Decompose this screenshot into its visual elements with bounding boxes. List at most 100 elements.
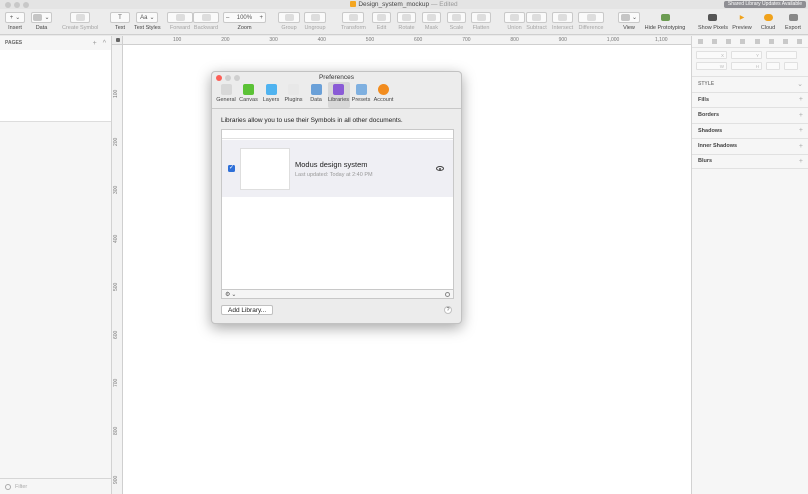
zoom-in-button[interactable]: + [259,15,263,21]
backward-button[interactable]: Backward [193,12,219,31]
lock-ratio-icon[interactable] [766,62,780,70]
width-field[interactable]: W [696,62,727,70]
insert-button[interactable]: + ⌄ Insert [5,12,25,31]
subtract-button[interactable]: Subtract [526,12,547,31]
library-updates-badge[interactable]: Shared Library Updates Available [723,1,806,8]
play-icon: ▶ [739,15,745,21]
flip-icon[interactable] [784,62,798,70]
forward-button[interactable]: Forward [167,12,193,31]
export-button[interactable]: Export [784,12,802,31]
dialog-close-button[interactable] [216,75,222,81]
difference-button[interactable]: Difference [578,12,604,31]
collapse-pages-icon[interactable]: ^ [103,40,106,47]
library-options-button[interactable]: ⚙ ⌄ [225,291,236,298]
text-icon: T [118,14,122,21]
pages-list[interactable] [0,50,111,122]
ruler-y-label: 300 [113,186,119,195]
distribute-vertical-icon[interactable] [754,39,760,44]
add-page-icon[interactable]: + [93,40,97,47]
tab-data[interactable]: Data [305,82,327,108]
eye-icon[interactable] [436,166,444,171]
union-icon [510,14,519,21]
style-section[interactable]: STYLE ⌄ [692,76,808,92]
ruler-corner[interactable] [112,36,123,45]
rotate-button[interactable]: Rotate [397,12,416,31]
distribute-horizontal-icon[interactable] [740,39,746,44]
library-enabled-checkbox[interactable]: ✓ [228,165,235,172]
chevron-down-icon: ⌄ [44,15,50,21]
flatten-button[interactable]: Flatten [471,12,491,31]
document-icon [350,1,357,7]
text-styles-button[interactable]: Aa ⌄ Text Styles [134,12,161,31]
add-fill-icon[interactable]: + [799,96,803,103]
show-pixels-button[interactable]: Show Pixels [698,12,728,31]
hide-prototyping-button[interactable]: Hide Prototyping [644,12,686,31]
intersect-button[interactable]: Intersect [552,12,573,31]
x-field[interactable]: X [696,51,727,59]
union-button[interactable]: Union [504,12,525,31]
layer-filter[interactable]: Filter [0,478,111,494]
tab-presets[interactable]: Presets [350,82,372,108]
align-middle-icon[interactable] [782,39,788,44]
layers-panel: PAGES + ^ Filter [0,36,112,494]
y-field[interactable]: Y [731,51,762,59]
zoom-out-button[interactable]: – [226,15,229,21]
tab-libraries[interactable]: Libraries [327,82,350,108]
text-button[interactable]: T Text [110,12,130,31]
tab-layers[interactable]: Layers [260,82,282,108]
horizontal-ruler[interactable]: 100 200 300 400 500 600 700 800 900 1,000 1,100 [112,36,691,45]
data-button[interactable]: ⌄ Data [31,12,52,31]
tab-canvas[interactable]: Canvas [238,82,260,108]
tab-general[interactable]: General [215,82,237,108]
add-library-button[interactable]: Add Library... [221,305,274,315]
library-thumbnail [240,147,290,190]
borders-section[interactable]: Borders + [692,107,808,123]
ruler-x-label: 100 [173,37,182,43]
inner-shadows-section[interactable]: Inner Shadows + [692,138,808,154]
preview-button[interactable]: ▶ Preview [732,12,752,31]
scale-button[interactable]: Scale [447,12,466,31]
mask-button[interactable]: Mask [422,12,441,31]
blurs-section[interactable]: Blurs + [692,153,808,169]
edit-icon [377,14,386,21]
vertical-ruler[interactable]: 100 200 300 400 500 600 700 800 900 [112,45,123,494]
rotation-field[interactable] [766,51,797,59]
add-shadow-icon[interactable]: + [799,127,803,134]
align-left-icon[interactable] [698,39,703,44]
ruler-x-label: 200 [221,37,230,43]
search-icon[interactable] [445,291,450,297]
ungroup-button[interactable]: Ungroup [304,12,326,31]
chevron-down-icon: ⌄ [149,15,155,21]
height-field[interactable]: H [731,62,762,70]
help-button[interactable]: ? [444,306,452,314]
transform-icon [348,14,358,21]
ruler-x-label: 300 [269,37,278,43]
view-button[interactable]: ⌄ View [618,12,640,31]
cloud-button[interactable]: Cloud [760,12,776,31]
ruler-x-label: 900 [558,37,567,43]
tab-account[interactable]: Account [373,82,395,108]
transform-button[interactable]: Transform [341,12,366,31]
prototyping-icon [660,14,670,21]
align-center-icon[interactable] [712,39,718,44]
zoom-value[interactable]: 100% [237,15,252,21]
ruler-y-label: 400 [113,234,119,243]
ruler-y-label: 500 [113,282,119,291]
create-symbol-button[interactable]: Create Symbol [62,12,98,31]
tab-plugins[interactable]: Plugins [283,82,305,108]
dialog-title-bar: Preferences [212,72,461,82]
fills-section[interactable]: Fills + [692,91,808,108]
dialog-minimize-button [225,75,231,81]
add-border-icon[interactable]: + [799,112,803,119]
align-right-icon[interactable] [726,39,732,44]
group-button[interactable]: Group [278,12,300,31]
align-top-icon[interactable] [768,39,774,44]
alignment-bar [692,36,808,48]
align-bottom-icon[interactable] [796,39,802,44]
shadows-section[interactable]: Shadows + [692,122,808,139]
add-inner-shadow-icon[interactable]: + [799,143,803,150]
edit-button[interactable]: Edit [372,12,391,31]
library-row[interactable]: ✓ Modus design system Last updated: Toda… [222,140,453,197]
ruler-x-label: 600 [414,37,423,43]
add-blur-icon[interactable]: + [799,158,803,165]
